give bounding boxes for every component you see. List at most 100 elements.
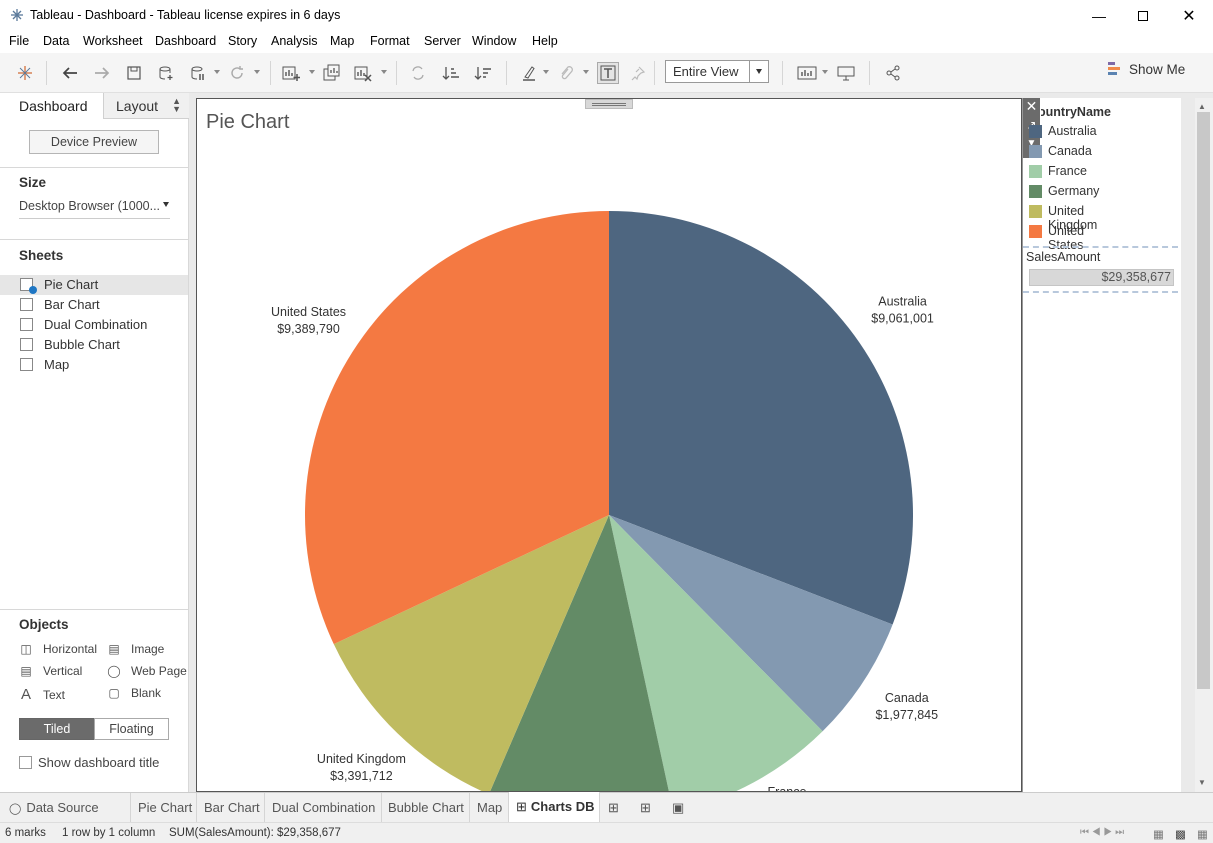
scrollbar-thumb[interactable] (1197, 112, 1210, 689)
tab-data-source[interactable]: ◯ Data Source (0, 793, 131, 822)
sheet-item-map[interactable]: Map (0, 355, 188, 375)
share-button[interactable] (882, 62, 904, 84)
object-horizontal[interactable]: ◫ Horizontal (19, 642, 97, 656)
check-icon (29, 286, 37, 294)
menu-dashboard[interactable]: Dashboard (155, 34, 216, 48)
menu-help[interactable]: Help (532, 34, 558, 48)
chevron-down-icon[interactable] (583, 70, 589, 74)
menu-analysis[interactable]: Analysis (271, 34, 318, 48)
tableau-logo-icon (18, 66, 32, 80)
fit-select[interactable]: Entire View (665, 60, 769, 83)
chevron-down-icon[interactable] (543, 70, 549, 74)
object-label: Web Page (131, 664, 187, 678)
object-image[interactable]: ▤ Image (107, 642, 164, 656)
maximize-button[interactable] (1120, 0, 1166, 31)
legend-label: Canada (1048, 144, 1092, 158)
menu-map[interactable]: Map (330, 34, 354, 48)
refresh-button[interactable] (226, 62, 248, 84)
swap-rows-columns-button[interactable] (407, 62, 429, 84)
tiled-toggle[interactable]: Tiled (19, 718, 95, 740)
chevron-down-icon[interactable] (822, 70, 828, 74)
tab-bubble-chart[interactable]: Bubble Chart (382, 793, 470, 822)
minimize-button[interactable]: — (1076, 0, 1122, 31)
tab-charts-db[interactable]: ⊞ Charts DB (509, 792, 600, 822)
chevron-down-icon[interactable] (381, 70, 387, 74)
vertical-scrollbar[interactable]: ▲ ▼ (1195, 98, 1213, 792)
tableau-logo-icon (11, 9, 23, 21)
show-hide-cards-button[interactable] (796, 62, 818, 84)
scroll-down-icon[interactable]: ▼ (1198, 778, 1206, 787)
floating-toggle[interactable]: Floating (94, 718, 169, 740)
duplicate-sheet-button[interactable] (321, 62, 343, 84)
pause-updates-button[interactable] (187, 62, 209, 84)
object-vertical[interactable]: ▤ Vertical (19, 664, 82, 678)
menu-format[interactable]: Format (370, 34, 410, 48)
sort-ascending-button[interactable] (440, 62, 462, 84)
dashboard-icon: ⊞ (516, 799, 527, 814)
menu-story[interactable]: Story (228, 34, 257, 48)
menu-server[interactable]: Server (424, 34, 461, 48)
pie-chart-sheet[interactable]: Pie Chart Australia $9,061,001 Canada $1,97… (196, 98, 1022, 792)
tab-pie-chart[interactable]: Pie Chart (131, 793, 197, 822)
menu-worksheet[interactable]: Worksheet (83, 34, 143, 48)
dashboard-side-panel: Dashboard Layout ▲ ▼ Device Preview Size D… (0, 93, 189, 792)
chevron-down-icon[interactable] (214, 70, 220, 74)
sheet-item-bar-chart[interactable]: Bar Chart (0, 295, 188, 315)
redo-button[interactable] (91, 62, 113, 84)
size-select[interactable]: Desktop Browser (1000... (19, 199, 170, 219)
close-window-button[interactable]: ✕ (1166, 0, 1212, 31)
sort-descending-button[interactable] (472, 62, 494, 84)
sheet-item-pie-chart[interactable]: Pie Chart (0, 275, 188, 295)
tab-label: Bubble Chart (388, 800, 464, 815)
sales-range-bar[interactable]: $29,358,677 (1029, 269, 1174, 286)
show-mark-labels-button[interactable] (597, 62, 619, 84)
tab-layout[interactable]: Layout ▲ ▼ (103, 93, 189, 119)
tab-dual-combination[interactable]: Dual Combination (265, 793, 382, 822)
fix-axes-button[interactable] (627, 62, 649, 84)
object-blank[interactable]: ▢ Blank (107, 686, 161, 700)
save-button[interactable] (123, 62, 145, 84)
chevron-down-icon (163, 202, 169, 207)
new-story-icon: ▣ (672, 800, 685, 815)
show-dashboard-title-checkbox[interactable]: Show dashboard title (19, 755, 159, 770)
new-worksheet-button[interactable] (280, 62, 302, 84)
chevron-updown-icon: ▲ ▼ (172, 96, 181, 114)
new-dashboard-tab-button[interactable]: ⊞ (632, 793, 664, 822)
sheet-item-bubble-chart[interactable]: Bubble Chart (0, 335, 188, 355)
page-nav-icon[interactable]: ⏮ ◀ ▶ ⏭ (1080, 827, 1124, 838)
sheet-label: Pie Chart (44, 277, 99, 292)
clear-sheet-button[interactable] (352, 62, 374, 84)
new-story-tab-button[interactable]: ▣ (664, 793, 696, 822)
close-icon[interactable]: ✕ (1023, 98, 1040, 118)
view-tabs-icon[interactable]: ▦ (1197, 827, 1208, 841)
undo-button[interactable] (59, 62, 81, 84)
menu-window[interactable]: Window (472, 34, 516, 48)
legend-label: France (1048, 164, 1087, 178)
show-me-button[interactable]: Show Me (1108, 62, 1185, 77)
chevron-down-icon[interactable] (309, 70, 315, 74)
object-web-page[interactable]: ◯ Web Page (107, 664, 187, 678)
highlight-button[interactable] (518, 62, 540, 84)
pie-label-australia: Australia $9,061,001 (871, 295, 934, 326)
tab-bar-chart[interactable]: Bar Chart (197, 793, 265, 822)
new-data-source-button[interactable] (155, 62, 177, 84)
menu-data[interactable]: Data (43, 34, 69, 48)
view-filmstrip-icon[interactable]: ▩ (1175, 827, 1186, 841)
tab-map[interactable]: Map (470, 793, 509, 822)
group-members-button[interactable] (555, 62, 577, 84)
text-label-icon (600, 65, 616, 81)
scroll-up-icon[interactable]: ▲ (1198, 102, 1206, 111)
presentation-mode-button[interactable] (835, 62, 857, 84)
sheet-item-dual-combination[interactable]: Dual Combination (0, 315, 188, 335)
view-grid-icon[interactable]: ▦ (1153, 827, 1164, 841)
device-preview-button[interactable]: Device Preview (29, 130, 159, 154)
tab-dashboard[interactable]: Dashboard (0, 93, 103, 119)
chevron-down-icon[interactable] (254, 70, 260, 74)
new-worksheet-tab-button[interactable]: ⊞ (600, 793, 632, 822)
tab-dashboard-label: Dashboard (19, 98, 88, 114)
tableau-home-button[interactable] (14, 62, 36, 84)
pie-chart[interactable]: Australia $9,061,001 Canada $1,977,845 Unite… (197, 99, 1022, 792)
sort-descending-icon (474, 67, 491, 80)
menu-file[interactable]: File (9, 34, 29, 48)
object-text[interactable]: A Text (19, 686, 65, 703)
